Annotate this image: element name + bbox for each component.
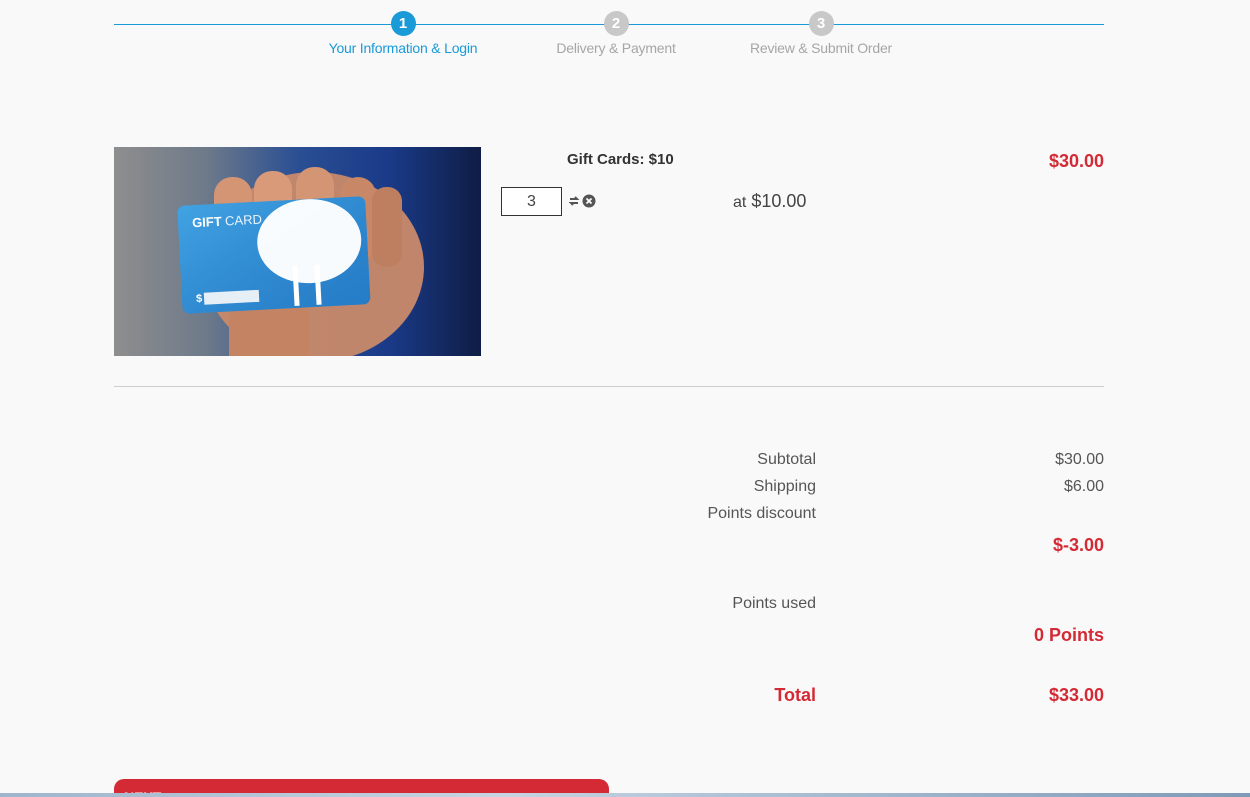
card-brand-text: CARD: [225, 212, 263, 229]
shipping-value: $6.00: [1063, 478, 1104, 495]
step-label: Your Information & Login: [328, 40, 478, 56]
total-label: Total: [774, 685, 816, 705]
quantity-input[interactable]: [501, 187, 562, 216]
points-used-value: 0 Points: [1033, 625, 1104, 645]
item-name[interactable]: Gift Cards: $10: [567, 151, 674, 168]
taskbar-strip: [0, 793, 1250, 797]
card-dollar-sign: $: [196, 293, 203, 305]
unit-price-value: $10.00: [751, 191, 807, 211]
step-number-badge: 1: [390, 11, 416, 36]
points-used-label: Points used: [732, 595, 816, 612]
total-value: $33.00: [1048, 685, 1104, 705]
card-brand-text: GIFT: [192, 214, 222, 231]
refresh-icon[interactable]: [568, 194, 580, 213]
shipping-label: Shipping: [753, 478, 816, 495]
points-discount-label: Points discount: [707, 505, 816, 522]
points-discount-value: $-3.00: [1052, 535, 1104, 555]
step-label: Review & Submit Order: [749, 40, 893, 56]
step-number-badge: 3: [808, 11, 834, 36]
quantity-actions: [568, 194, 596, 213]
cart-divider: [114, 386, 1104, 387]
step-number-badge: 2: [603, 11, 629, 36]
subtotal-value: $30.00: [1055, 451, 1104, 468]
step-your-information[interactable]: 1 Your Information & Login: [313, 11, 493, 56]
step-review-submit[interactable]: 3 Review & Submit Order: [731, 11, 911, 56]
item-total-price: $30.00: [1048, 151, 1104, 171]
unit-price: at $10.00: [733, 191, 806, 212]
remove-circle-icon[interactable]: [582, 194, 596, 213]
checkout-page: 1 Your Information & Login 2 Delivery & …: [0, 0, 1250, 797]
step-delivery-payment[interactable]: 2 Delivery & Payment: [526, 11, 706, 56]
gift-card-product-image: GIFT CARD $: [114, 147, 481, 356]
step-label: Delivery & Payment: [556, 40, 676, 56]
subtotal-label: Subtotal: [757, 451, 816, 468]
unit-price-prefix: at: [733, 194, 747, 211]
